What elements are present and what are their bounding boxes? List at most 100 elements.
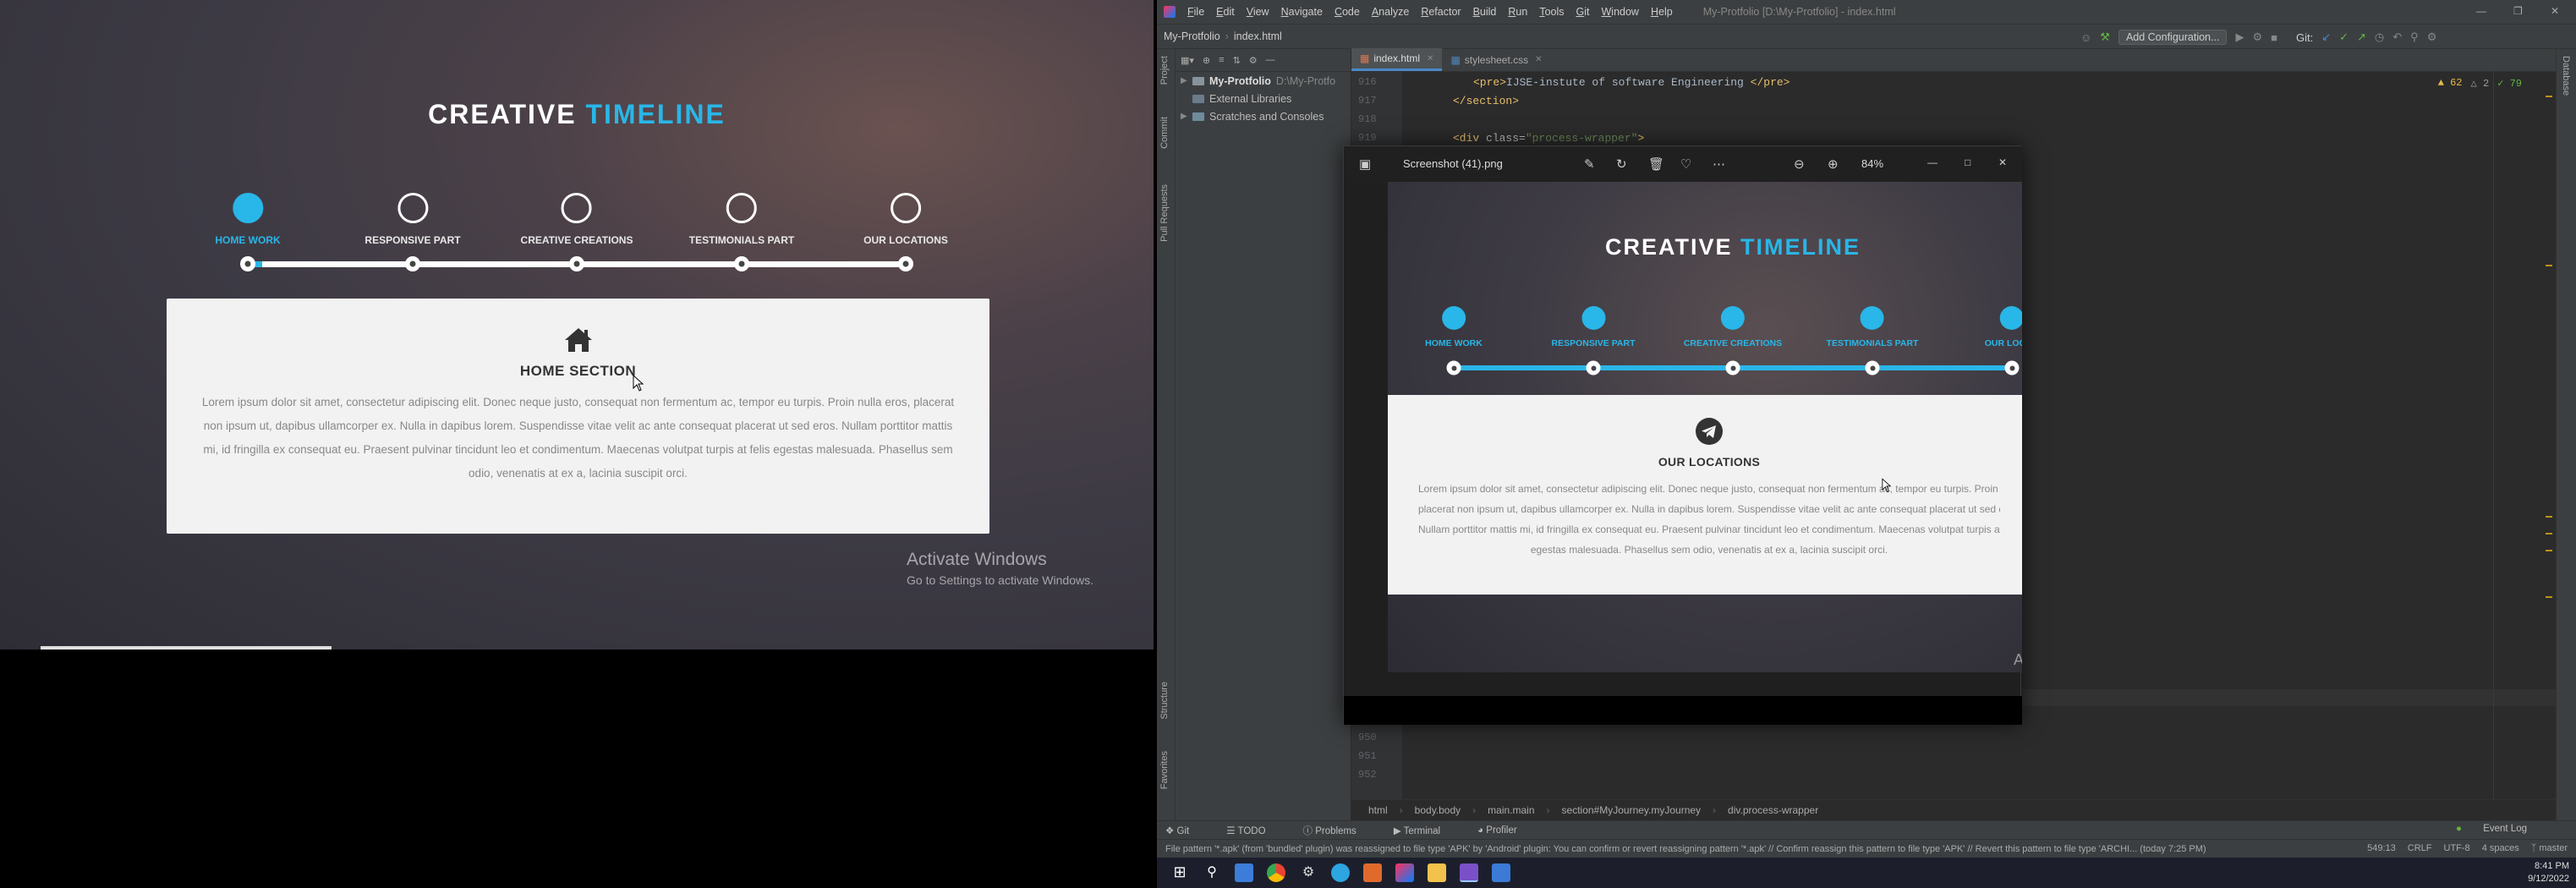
git-branch[interactable]: ᛉ master xyxy=(2531,843,2568,853)
rotate-icon[interactable]: ↻ xyxy=(1616,156,1627,172)
close-icon[interactable]: ✕ xyxy=(2551,5,2559,17)
intellij-icon[interactable] xyxy=(1395,863,1414,882)
minimize-icon[interactable]: — xyxy=(1927,156,1937,168)
menu-edit[interactable]: Edit xyxy=(1216,6,1235,18)
user-icon[interactable]: ☺ xyxy=(2080,31,2091,44)
collapse-icon[interactable]: ≡ xyxy=(1219,55,1224,65)
crumb-main[interactable]: main.main xyxy=(1488,804,1534,816)
menu-file[interactable]: File xyxy=(1187,6,1204,18)
add-configuration-button[interactable]: Add Configuration... xyxy=(2118,30,2228,45)
git-update-icon[interactable]: ↙ xyxy=(2321,30,2331,44)
menu-tools[interactable]: Tools xyxy=(1539,6,1564,18)
timeline-step-home-work[interactable]: HOME WORK xyxy=(215,193,281,246)
taskbar-clock[interactable]: 8:41 PM 9/12/2022 xyxy=(2528,860,2569,885)
caret-position[interactable]: 549:13 xyxy=(2367,843,2396,853)
close-tab-icon[interactable]: ✕ xyxy=(1535,55,1542,64)
tool-tab-problems[interactable]: ⓘ Problems xyxy=(1303,824,1375,837)
file-encoding[interactable]: UTF-8 xyxy=(2444,843,2470,853)
side-tab-pull-requests[interactable]: Pull Requests xyxy=(1159,184,1170,242)
event-log-button[interactable]: ● Event Log xyxy=(2456,824,2546,834)
search-icon[interactable]: ⚲ xyxy=(2410,30,2419,44)
tree-item-scratches[interactable]: ▶ Scratches and Consoles xyxy=(1176,107,1351,125)
error-stripe-marker[interactable] xyxy=(2546,265,2552,266)
timeline-dot[interactable] xyxy=(405,256,420,271)
tree-item-external-libraries[interactable]: External Libraries xyxy=(1176,90,1351,107)
crumb-html[interactable]: html xyxy=(1368,804,1388,816)
xampp-icon[interactable] xyxy=(1363,863,1382,882)
timeline-dot[interactable] xyxy=(898,256,913,271)
side-tab-structure[interactable]: Structure xyxy=(1159,682,1170,720)
chrome-icon[interactable] xyxy=(1267,863,1285,882)
locate-icon[interactable]: ⊕ xyxy=(1203,55,1210,66)
error-stripe-marker[interactable] xyxy=(2546,550,2552,551)
timeline-step-creative-creations[interactable]: CREATIVE CREATIONS xyxy=(521,193,633,246)
menu-view[interactable]: View xyxy=(1247,6,1269,18)
menu-git[interactable]: Git xyxy=(1576,6,1590,18)
menu-analyze[interactable]: Analyze xyxy=(1372,6,1409,18)
indent-setting[interactable]: 4 spaces xyxy=(2482,843,2519,853)
timeline-step-testimonials-part[interactable]: TESTIMONIALS PART xyxy=(689,193,794,246)
close-tab-icon[interactable]: ✕ xyxy=(1427,54,1433,63)
tree-item-project-root[interactable]: ▶ My-Protfolio D:\My-Protfo xyxy=(1176,72,1351,90)
minimize-icon[interactable]: — xyxy=(2476,5,2486,17)
menu-run[interactable]: Run xyxy=(1508,6,1527,18)
side-tab-database[interactable]: Database xyxy=(2561,56,2571,96)
timeline-step-responsive-part[interactable]: RESPONSIVE PART xyxy=(364,193,461,246)
tool-tab-git[interactable]: ❖ Git xyxy=(1165,825,1208,836)
gear-icon[interactable]: ⚙ xyxy=(1249,55,1258,66)
photos-icon[interactable] xyxy=(1492,863,1510,882)
crumb-div[interactable]: div.process-wrapper xyxy=(1728,804,1818,816)
timeline-dot[interactable] xyxy=(240,256,255,271)
rollback-icon[interactable]: ↶ xyxy=(2392,30,2402,44)
status-message[interactable]: File pattern '*.apk' (from 'bundled' plu… xyxy=(1165,844,2206,854)
menu-code[interactable]: Code xyxy=(1335,6,1360,18)
timeline-dot[interactable] xyxy=(569,256,584,271)
horizontal-scrollbar[interactable] xyxy=(41,646,332,650)
breadcrumb-project[interactable]: My-Protfolio xyxy=(1164,30,1220,42)
timeline-dot[interactable] xyxy=(734,256,749,271)
stop-icon[interactable]: ■ xyxy=(2271,31,2277,44)
visual-studio-icon[interactable] xyxy=(1460,863,1478,882)
settings-gear-icon[interactable]: ⚙ xyxy=(2427,30,2437,44)
menu-window[interactable]: Window xyxy=(1601,6,1638,18)
menu-help[interactable]: Help xyxy=(1651,6,1673,18)
menu-build[interactable]: Build xyxy=(1473,6,1497,18)
project-view-icon[interactable]: ▦▾ xyxy=(1181,55,1194,66)
git-push-icon[interactable]: ↗ xyxy=(2357,30,2366,44)
inspection-widget[interactable]: ▲ 62 △ 2 ✓ 79 xyxy=(2438,77,2522,90)
side-tab-commit[interactable]: Commit xyxy=(1159,117,1170,149)
close-icon[interactable]: ✕ xyxy=(1998,156,2007,168)
tab-stylesheet-css[interactable]: ▦ stylesheet.css ✕ xyxy=(1442,48,1550,71)
history-icon[interactable]: ◷ xyxy=(2375,30,2384,44)
hide-icon[interactable]: — xyxy=(1266,55,1275,65)
error-stripe-marker[interactable] xyxy=(2546,533,2552,534)
favorite-heart-icon[interactable]: ♡ xyxy=(1680,156,1691,172)
git-commit-icon[interactable]: ✓ xyxy=(2339,30,2349,44)
debug-icon[interactable]: ⚙ xyxy=(2252,30,2262,44)
restore-icon[interactable]: ❐ xyxy=(2513,5,2523,17)
error-stripe-marker[interactable] xyxy=(2546,516,2552,518)
build-hammer-icon[interactable]: ⚒ xyxy=(2100,30,2110,44)
breadcrumb-file[interactable]: index.html xyxy=(1234,30,1282,42)
tool-tab-profiler[interactable]: ◕ Profiler xyxy=(1477,825,1536,836)
file-explorer-icon[interactable] xyxy=(1428,863,1446,882)
menu-refactor[interactable]: Refactor xyxy=(1421,6,1461,18)
app-icon[interactable] xyxy=(1235,863,1253,882)
search-icon[interactable]: ⚲ xyxy=(1203,863,1221,882)
windows-start-icon[interactable]: ⊞ xyxy=(1170,863,1189,882)
maximize-icon[interactable]: □ xyxy=(1965,156,1970,168)
menu-navigate[interactable]: Navigate xyxy=(1281,6,1323,18)
error-stripe-marker[interactable] xyxy=(2546,96,2552,97)
zoom-in-icon[interactable]: ⊕ xyxy=(1828,156,1839,172)
timeline-step-our-locations[interactable]: OUR LOCATIONS xyxy=(863,193,948,246)
side-tab-favorites[interactable]: Favorites xyxy=(1159,751,1170,789)
crumb-section[interactable]: section#MyJourney.myJourney xyxy=(1562,804,1702,816)
expand-icon[interactable]: ⇅ xyxy=(1233,55,1241,66)
settings-gear-icon[interactable]: ⚙ xyxy=(1299,863,1318,882)
viewer-image[interactable]: CREATIVE TIMELINE HOME WORK RESPONSIVE P… xyxy=(1388,182,2022,672)
tool-tab-terminal[interactable]: ▶ Terminal xyxy=(1394,825,1459,836)
zoom-out-icon[interactable]: ⊖ xyxy=(1794,156,1805,172)
side-tab-project[interactable]: Project xyxy=(1159,56,1170,85)
line-separator[interactable]: CRLF xyxy=(2408,843,2432,853)
tool-tab-todo[interactable]: ☰ TODO xyxy=(1226,825,1284,836)
